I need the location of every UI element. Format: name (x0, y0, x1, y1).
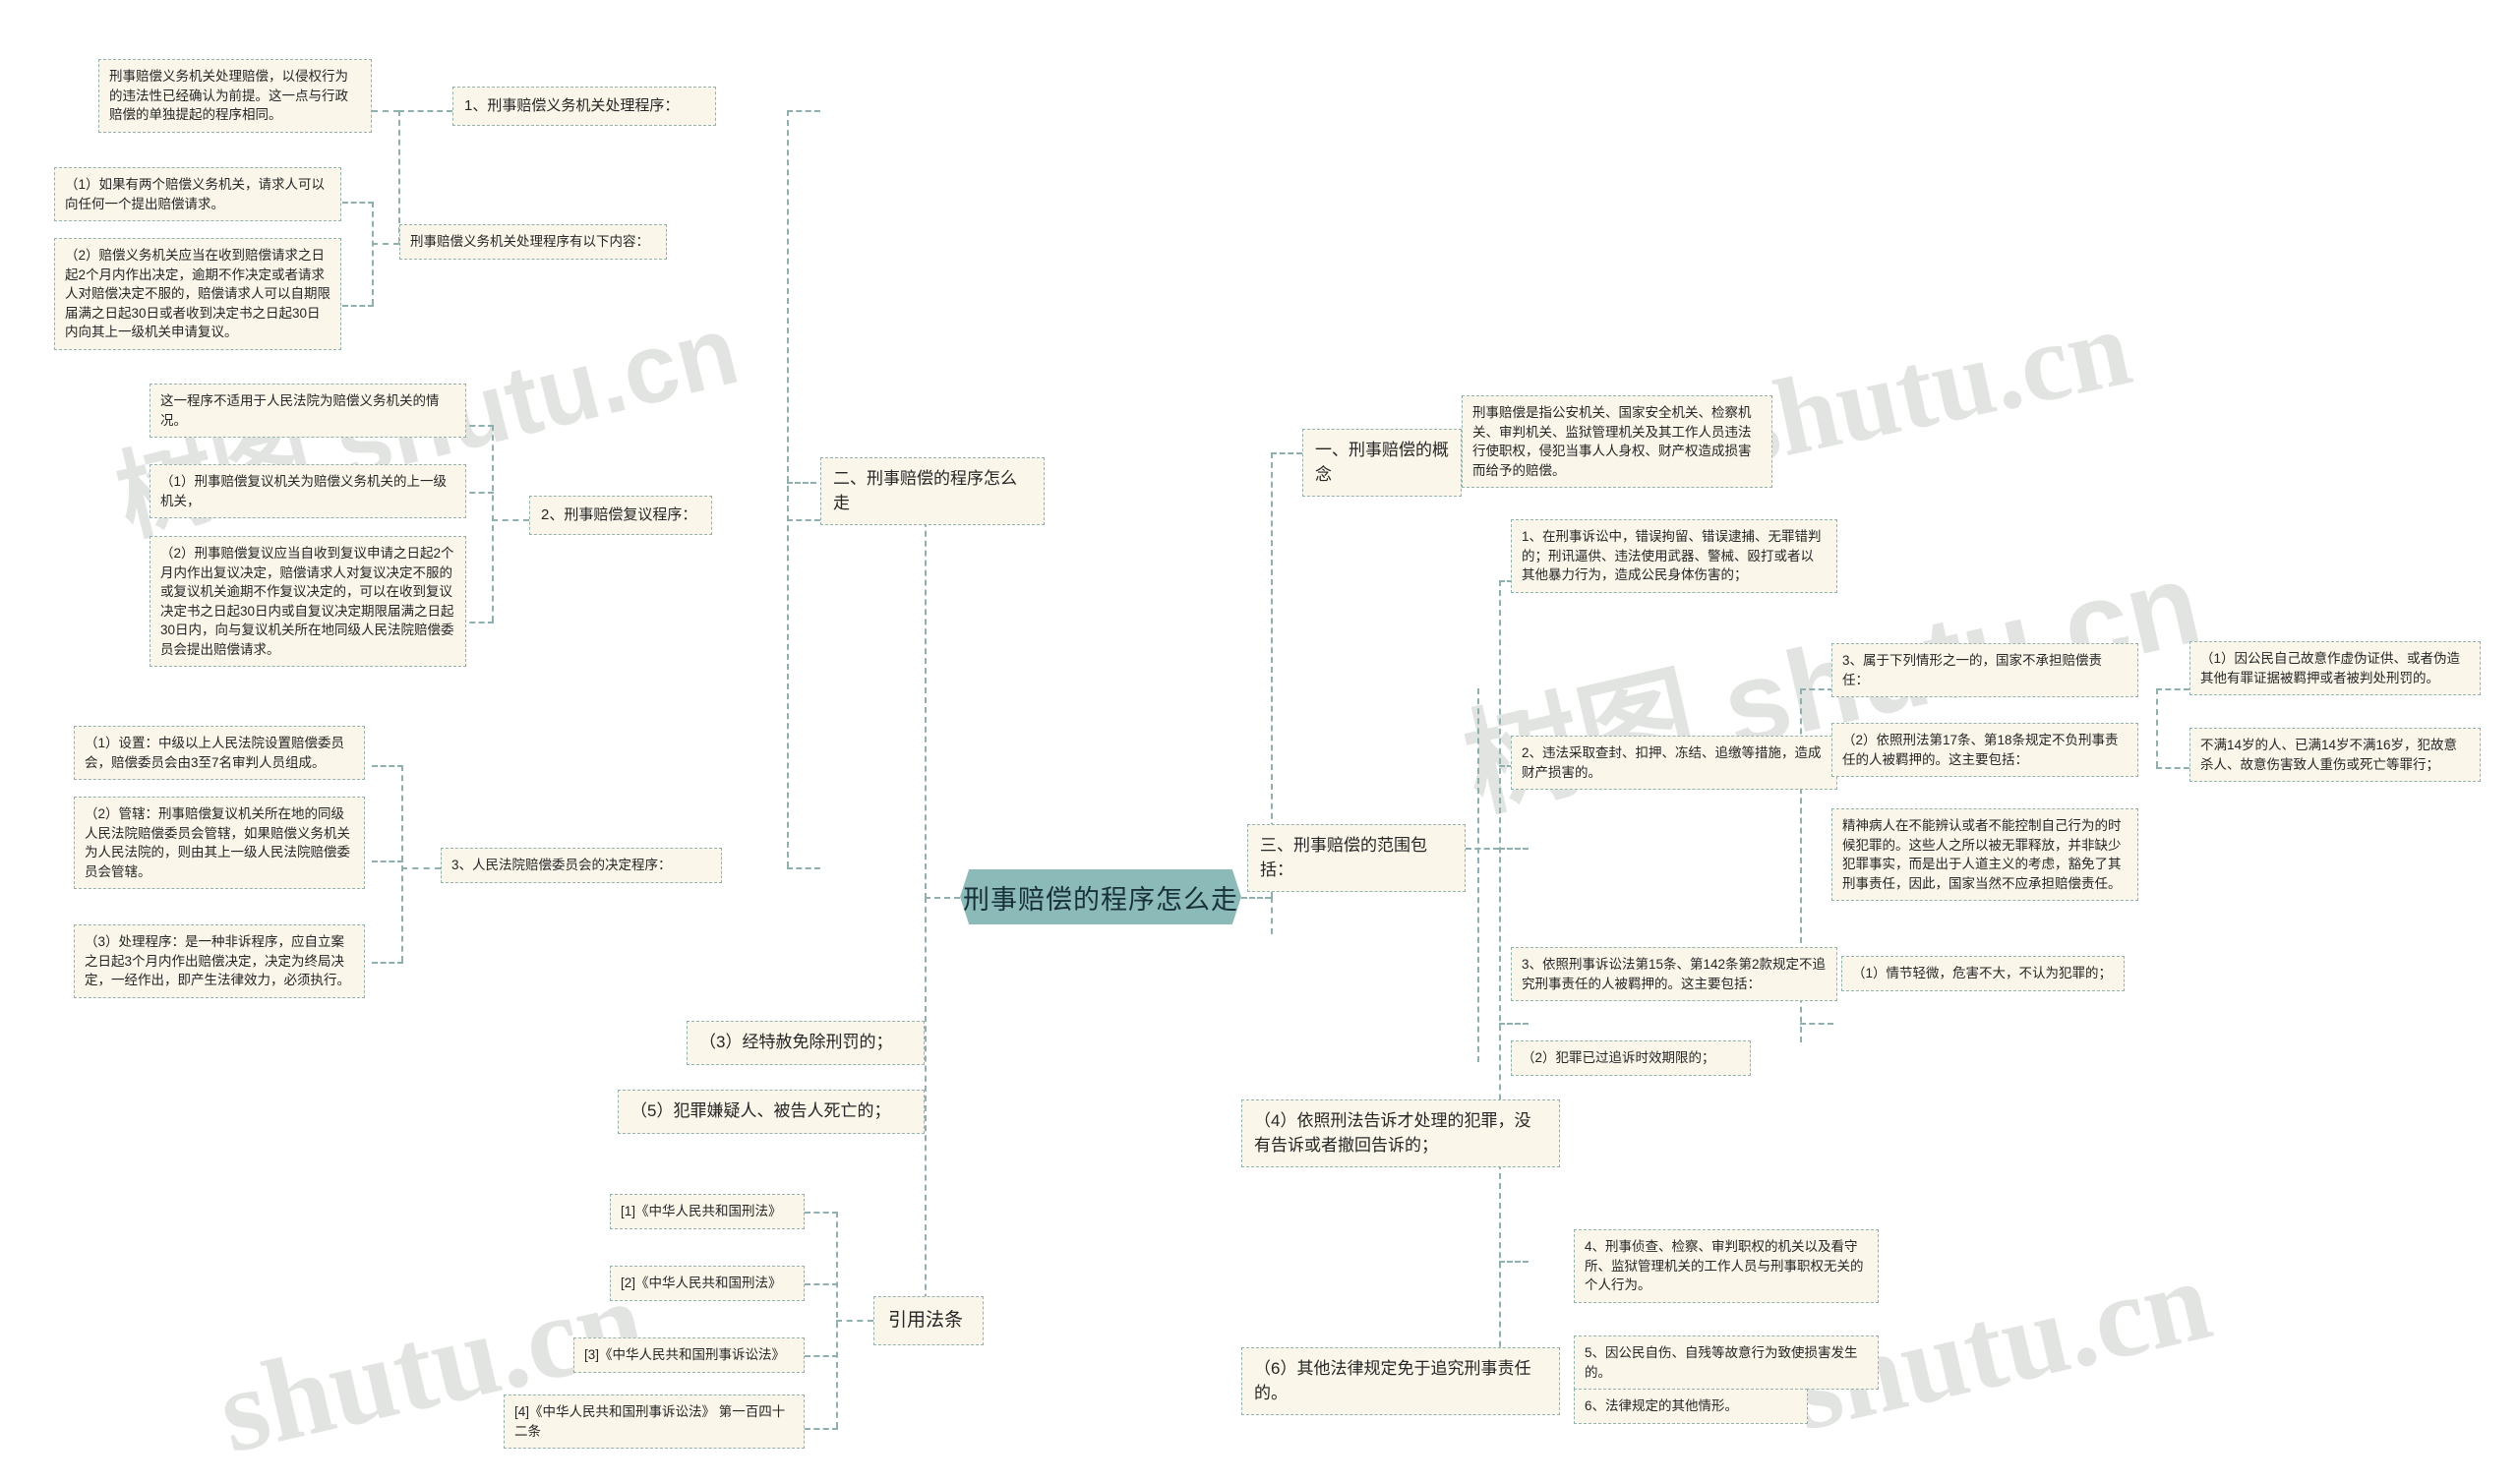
node-procedure-sub2-item-2[interactable]: （2）刑事赔偿复议应当自收到复议申请之日起2个月内作出复议决定，赔偿请求人对复议… (150, 536, 466, 668)
node-procedure-sub3-item-3[interactable]: （3）处理程序：是一种非诉程序，应自立案之日起3个月内作出赔偿决定，决定为终局决… (74, 924, 365, 998)
node-scope-item3-sub-2-detail-b[interactable]: 精神病人在不能辨认或者不能控制自己行为的时候犯罪的。这些人之所以被无罪释放，并非… (1831, 808, 2138, 902)
node-procedure-sub1-item-2[interactable]: （2）赔偿义务机关应当在收到赔偿请求之日起2个月内作出决定，逾期不作决定或者请求… (54, 238, 341, 350)
root-label: 刑事赔偿的程序怎么走 (963, 884, 1238, 915)
node-scope-item3-sub-2-detail-a[interactable]: 不满14岁的人、已满14岁不满16岁，犯故意杀人、故意伤害致人重伤或死亡等罪行； (2189, 728, 2481, 783)
node-scope-item3-sub3-item-5[interactable]: （5）犯罪嫌疑人、被告人死亡的； (618, 1090, 925, 1134)
mindmap-canvas: 树图 shutu.cn shutu.cn 树图 shutu.cn shutu.c… (0, 0, 2518, 1484)
node-procedure-sub3-label[interactable]: 3、人民法院赔偿委员会的决定程序： (441, 848, 722, 883)
node-scope-item3-sub3-item-2[interactable]: （2）犯罪已过追诉时效期限的； (1511, 1040, 1751, 1076)
node-procedure-sub1-label[interactable]: 1、刑事赔偿义务机关处理程序： (452, 87, 716, 126)
node-procedure-sub1-contents-label[interactable]: 刑事赔偿义务机关处理程序有以下内容： (399, 224, 667, 260)
root-node[interactable]: 刑事赔偿的程序怎么走 (960, 869, 1241, 924)
node-procedure-label[interactable]: 二、刑事赔偿的程序怎么走 (820, 457, 1045, 526)
watermark: shutu.cn (1722, 285, 2141, 490)
node-scope-item3-sub3-item-1[interactable]: （1）情节轻微，危害不大，不认为犯罪的； (1841, 956, 2125, 991)
node-procedure-sub2-label[interactable]: 2、刑事赔偿复议程序： (529, 496, 712, 535)
node-citations-label[interactable]: 引用法条 (873, 1296, 984, 1345)
node-scope-item3-sub-1[interactable]: （1）因公民自己故意作虚伪证供、或者伪造其他有罪证据被羁押或者被判处刑罚的。 (2189, 641, 2481, 696)
node-scope-item-5[interactable]: 5、因公民自伤、自残等故意行为致使损害发生的。 (1574, 1336, 1879, 1391)
node-scope-item3-sub-2-label[interactable]: （2）依照刑法第17条、第18条规定不负刑事责任的人被羁押的。这主要包括： (1831, 723, 2138, 778)
node-procedure-sub2-item-1[interactable]: （1）刑事赔偿复议机关为赔偿义务机关的上一级机关， (150, 464, 466, 519)
node-scope-item-6[interactable]: 6、法律规定的其他情形。 (1574, 1389, 1808, 1424)
node-concept-label[interactable]: 一、刑事赔偿的概念 (1302, 429, 1462, 498)
node-scope-item3-sub3-item-3[interactable]: （3）经特赦免除刑罚的； (687, 1021, 925, 1065)
node-scope-item3-sub3-item-4[interactable]: （4）依照刑法告诉才处理的犯罪，没有告诉或者撤回告诉的； (1241, 1099, 1560, 1168)
node-citation-3[interactable]: [3]《中华人民共和国刑事诉讼法》 (573, 1337, 805, 1373)
node-scope-item3-sub3-item-6[interactable]: （6）其他法律规定免于追究刑事责任的。 (1241, 1347, 1560, 1416)
node-procedure-sub3-item-1[interactable]: （1）设置：中级以上人民法院设置赔偿委员会，赔偿委员会由3至7名审判人员组成。 (74, 726, 365, 781)
node-concept-detail[interactable]: 刑事赔偿是指公安机关、国家安全机关、检察机关、审判机关、监狱管理机关及其工作人员… (1462, 395, 1772, 489)
node-procedure-sub3-item-2[interactable]: （2）管辖：刑事赔偿复议机关所在地的同级人民法院赔偿委员会管辖，如果赔偿义务机关… (74, 797, 365, 890)
node-scope-item-4[interactable]: 4、刑事侦查、检察、审判职权的机关以及看守所、监狱管理机关的工作人员与刑事职权无… (1574, 1229, 1879, 1303)
node-procedure-sub1-item-1[interactable]: （1）如果有两个赔偿义务机关，请求人可以向任何一个提出赔偿请求。 (54, 167, 341, 222)
node-procedure-sub2-note[interactable]: 这一程序不适用于人民法院为赔偿义务机关的情况。 (150, 384, 466, 439)
node-citation-4[interactable]: [4]《中华人民共和国刑事诉讼法》 第一百四十二条 (504, 1395, 805, 1450)
node-scope-item3-sub-3-label[interactable]: 3、依照刑事诉讼法第15条、第142条第2款规定不追究刑事责任的人被羁押的。这主… (1511, 947, 1837, 1002)
node-scope-item-1[interactable]: 1、在刑事诉讼中，错误拘留、错误逮捕、无罪错判的；刑讯逼供、违法使用武器、警械、… (1511, 519, 1837, 593)
node-procedure-sub1-note[interactable]: 刑事赔偿义务机关处理赔偿，以侵权行为的违法性已经确认为前提。这一点与行政赔偿的单… (98, 59, 372, 133)
node-scope-label[interactable]: 三、刑事赔偿的范围包括： (1247, 824, 1466, 893)
node-citation-2[interactable]: [2]《中华人民共和国刑法》 (610, 1266, 805, 1301)
node-citation-1[interactable]: [1]《中华人民共和国刑法》 (610, 1194, 805, 1229)
node-scope-item-3-label[interactable]: 3、属于下列情形之一的，国家不承担赔偿责任： (1831, 643, 2138, 698)
node-scope-item-2[interactable]: 2、违法采取查封、扣押、冻结、追缴等措施，造成财产损害的。 (1511, 736, 1837, 791)
